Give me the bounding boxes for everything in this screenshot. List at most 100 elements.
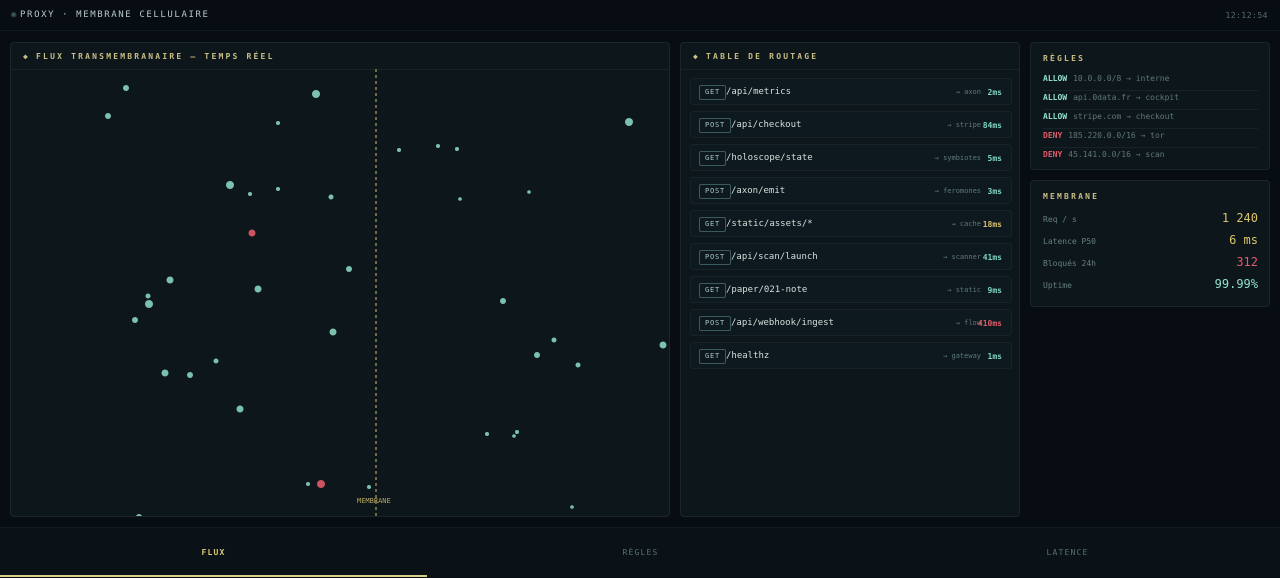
packet-dot	[346, 266, 352, 272]
route-path: /api/checkout	[731, 120, 802, 130]
stat-label: Uptime	[1043, 281, 1072, 290]
stat-uptime: Uptime 99.99%	[1043, 275, 1258, 295]
blocked-packet-dot	[248, 229, 256, 237]
route-target: → axon	[955, 88, 981, 96]
stat-req-per-sec: Req / s 1 240	[1043, 209, 1258, 229]
particles	[105, 85, 667, 516]
rule-action: ALLOW	[1043, 74, 1068, 83]
packet-dot	[329, 328, 337, 336]
rule-item[interactable]: DENY 45.141.0.0/16 → scan	[1043, 148, 1258, 166]
route-path: /api/webhook/ingest	[731, 318, 834, 328]
membrane-icon: ◉	[11, 10, 19, 20]
route-latency: 84ms	[982, 121, 1002, 130]
membrane-title: MEMBRANE	[1043, 192, 1100, 201]
stat-value: 99.99%	[1214, 277, 1258, 291]
packet-dot	[306, 482, 310, 486]
stat-label: Req / s	[1043, 215, 1077, 224]
packet-dot	[213, 358, 219, 364]
route-row[interactable]: GET/static/assets/* → cache 18ms	[690, 210, 1012, 237]
rule-detail: stripe.com → checkout	[1073, 112, 1175, 121]
packet-dot	[527, 190, 531, 194]
route-row[interactable]: POST/api/checkout → stripe 84ms	[690, 111, 1012, 138]
routing-panel: ◆ TABLE DE ROUTAGE GET/api/metrics → axon 2…	[680, 42, 1020, 517]
route-latency: 18ms	[982, 220, 1002, 229]
route-row[interactable]: GET/api/metrics → axon 2ms	[690, 78, 1012, 105]
stat-value: 312	[1236, 255, 1258, 269]
rule-detail: api.0data.fr → cockpit	[1073, 93, 1180, 102]
rule-item[interactable]: DENY 185.220.0.0/16 → tor	[1043, 129, 1258, 148]
app-title: ◉ PROXY · MEMBRANE CELLULAIRE	[11, 10, 210, 20]
method-badge: GET	[699, 151, 727, 166]
rule-item[interactable]: ALLOW stripe.com → checkout	[1043, 110, 1258, 129]
rule-action: ALLOW	[1043, 112, 1068, 121]
route-path: /paper/021-note	[726, 285, 808, 295]
route-latency: 2ms	[987, 88, 1002, 97]
rule-detail: 10.0.0.0/8 → interne	[1073, 74, 1170, 83]
rule-detail: 45.141.0.0/16 → scan	[1068, 150, 1165, 159]
bottom-tab-bar: FLUX RÈGLES LATENCE	[0, 527, 1280, 577]
packet-dot	[397, 148, 401, 152]
route-row[interactable]: GET/holoscope/state → symbiotes 5ms	[690, 144, 1012, 171]
rule-action: ALLOW	[1043, 93, 1068, 102]
diamond-icon: ◆	[693, 52, 701, 61]
route-target: → feromones	[934, 187, 981, 195]
rules-title: RÈGLES	[1043, 54, 1086, 63]
rule-action: DENY	[1043, 131, 1063, 140]
route-latency: 41ms	[982, 253, 1002, 262]
tab-flux[interactable]: FLUX	[0, 528, 427, 578]
clock: 12:12:54	[1225, 11, 1268, 20]
packet-dot	[534, 352, 540, 358]
route-latency: 1ms	[987, 352, 1002, 361]
tab-latence[interactable]: LATENCE	[854, 528, 1280, 578]
packet-dot	[226, 181, 234, 189]
blocked-packet-dot	[317, 480, 325, 488]
top-bar: ◉ PROXY · MEMBRANE CELLULAIRE 12:12:54	[0, 0, 1280, 31]
route-target: → gateway	[943, 352, 981, 360]
route-path: /static/assets/*	[726, 219, 813, 229]
stat-label: Bloqués 24h	[1043, 259, 1096, 268]
packet-dot	[575, 362, 581, 368]
route-row[interactable]: GET/paper/021-note → static 9ms	[690, 276, 1012, 303]
rules-panel: RÈGLES ALLOW 10.0.0.0/8 → interne ALLOW ap…	[1030, 42, 1270, 170]
method-badge: GET	[699, 349, 727, 364]
tab-regles[interactable]: RÈGLES	[427, 528, 854, 578]
flux-panel: ◆ FLUX TRANSMEMBRANAIRE — TEMPS RÉEL MEMB…	[10, 42, 670, 517]
rule-item[interactable]: ALLOW 10.0.0.0/8 → interne	[1043, 72, 1258, 91]
packet-dot	[436, 144, 440, 148]
packet-dot	[625, 118, 633, 126]
packet-dot	[458, 197, 462, 201]
stat-value: 1 240	[1221, 211, 1258, 225]
method-badge: GET	[699, 85, 727, 100]
method-badge: POST	[699, 250, 732, 265]
route-target: → scanner	[943, 253, 981, 261]
method-badge: POST	[699, 118, 732, 133]
route-path: /api/scan/launch	[731, 252, 818, 262]
rule-item[interactable]: ALLOW api.0data.fr → cockpit	[1043, 91, 1258, 110]
stat-blocked-24h: Bloqués 24h 312	[1043, 253, 1258, 273]
rule-list: ALLOW 10.0.0.0/8 → interne ALLOW api.0data…	[1043, 72, 1258, 166]
packet-dot	[236, 405, 244, 413]
route-path: /healthz	[726, 351, 770, 361]
route-latency: 410ms	[977, 319, 1002, 328]
flux-canvas: MEMBRANE	[105, 69, 667, 516]
packet-dot	[455, 147, 459, 151]
route-path: /api/metrics	[726, 87, 792, 97]
packet-dot	[254, 285, 262, 293]
route-row[interactable]: POST/axon/emit → feromones 3ms	[690, 177, 1012, 204]
membrane-label: MEMBRANE	[357, 497, 391, 505]
route-row[interactable]: POST/api/scan/launch → scanner 41ms	[690, 243, 1012, 270]
method-badge: POST	[699, 316, 732, 331]
packet-dot	[105, 113, 111, 119]
route-row[interactable]: POST/api/webhook/ingest → flow 410ms	[690, 309, 1012, 336]
rule-action: DENY	[1043, 150, 1063, 159]
route-row[interactable]: GET/healthz → gateway 1ms	[690, 342, 1012, 369]
packet-dot	[276, 121, 280, 125]
stat-label: Latence P50	[1043, 237, 1096, 246]
packet-dot	[145, 300, 153, 308]
method-badge: POST	[699, 184, 732, 199]
route-target: → stripe	[947, 121, 981, 129]
packet-dot	[328, 194, 334, 200]
packet-dot	[132, 317, 138, 323]
routing-title: ◆ TABLE DE ROUTAGE	[693, 52, 819, 61]
stat-latency-p50: Latence P50 6 ms	[1043, 231, 1258, 251]
